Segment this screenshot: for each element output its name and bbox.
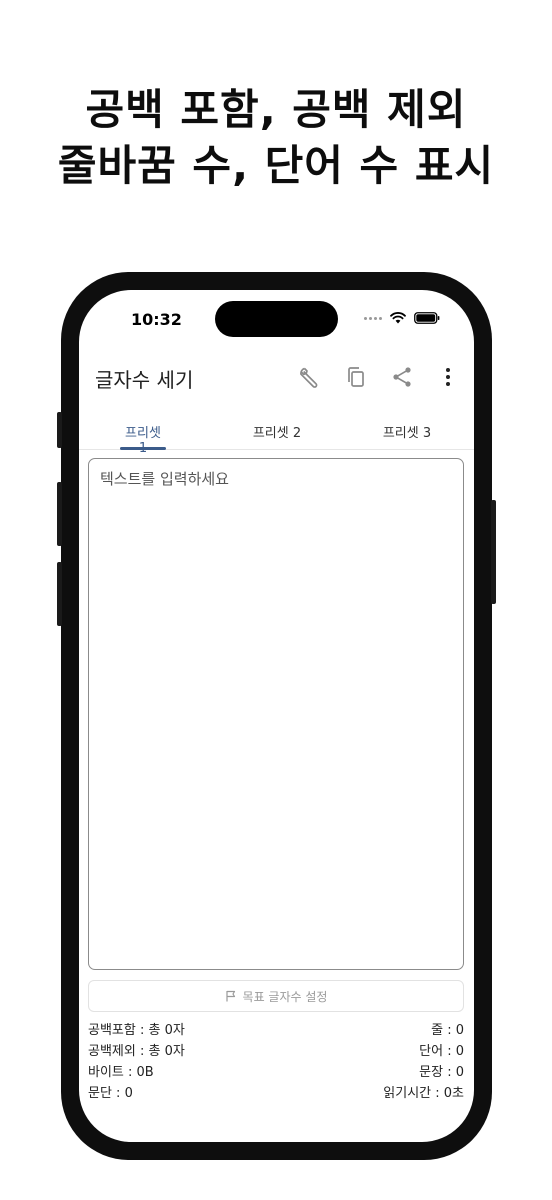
share-icon[interactable] <box>387 362 417 392</box>
more-vert-icon[interactable] <box>433 362 463 392</box>
tab-preset-1[interactable]: 프리셋 1 <box>120 422 166 456</box>
phone-power-button <box>491 500 496 604</box>
wifi-icon <box>390 312 406 324</box>
status-icons <box>364 312 440 324</box>
signal-icon <box>364 316 382 320</box>
wrench-icon[interactable] <box>293 362 323 392</box>
phone-mute-switch <box>57 412 62 448</box>
stat-without-spaces: 공백제외 : 총 0자 <box>88 1044 185 1059</box>
promo-headline: 공백 포함, 공백 제외 줄바꿈 수, 단어 수 표시 <box>0 82 552 194</box>
home-indicator[interactable] <box>212 1129 342 1134</box>
stat-bytes: 바이트 : 0B <box>88 1065 154 1080</box>
text-input-area[interactable]: 텍스트를 입력하세요 <box>88 458 464 970</box>
preset-tabs: 프리셋 1 프리셋 2 프리셋 3 <box>79 414 474 456</box>
stat-reading-time: 읽기시간 : 0초 <box>383 1086 464 1101</box>
status-time: 10:32 <box>131 310 182 329</box>
phone-volume-up-button <box>57 482 62 546</box>
set-target-count-label: 목표 글자수 설정 <box>242 989 328 1004</box>
stats-row: 공백제외 : 총 0자 단어 : 0 <box>88 1041 464 1062</box>
stats-panel: 공백포함 : 총 0자 줄 : 0 공백제외 : 총 0자 단어 : 0 바이트… <box>88 1020 464 1104</box>
phone-volume-down-button <box>57 562 62 626</box>
stats-row: 바이트 : 0B 문장 : 0 <box>88 1062 464 1083</box>
set-target-count-button[interactable]: 목표 글자수 설정 <box>88 980 464 1012</box>
app-title: 글자수 세기 <box>95 368 194 392</box>
stat-with-spaces: 공백포함 : 총 0자 <box>88 1023 185 1038</box>
copy-icon[interactable] <box>341 362 371 392</box>
flag-icon <box>225 990 235 1002</box>
stat-words: 단어 : 0 <box>419 1044 464 1059</box>
text-input-placeholder: 텍스트를 입력하세요 <box>100 470 229 488</box>
battery-icon <box>414 312 440 324</box>
dynamic-island <box>215 301 338 337</box>
stat-paragraphs: 문단 : 0 <box>88 1086 133 1101</box>
phone-screen: 10:32 글자수 세기 프리셋 프리셋 2 프리셋 3 텍스트를 입력하세요 … <box>79 290 474 1142</box>
status-bar: 10:32 <box>79 290 474 346</box>
stat-lines: 줄 : 0 <box>431 1023 464 1038</box>
phone-frame: 10:32 글자수 세기 프리셋 프리셋 2 프리셋 3 텍스트를 입력하세요 … <box>57 272 496 1160</box>
tab-preset-2[interactable]: 프리셋 2 <box>249 422 305 441</box>
stats-row: 문단 : 0 읽기시간 : 0초 <box>88 1083 464 1104</box>
headline-line-1: 공백 포함, 공백 제외 <box>85 85 467 134</box>
stats-row: 공백포함 : 총 0자 줄 : 0 <box>88 1020 464 1041</box>
headline-line-2: 줄바꿈 수, 단어 수 표시 <box>57 141 495 190</box>
active-tab-indicator <box>120 447 166 450</box>
tab-preset-3[interactable]: 프리셋 3 <box>379 422 435 441</box>
stat-sentences: 문장 : 0 <box>419 1065 464 1080</box>
app-bar: 글자수 세기 <box>79 356 474 400</box>
